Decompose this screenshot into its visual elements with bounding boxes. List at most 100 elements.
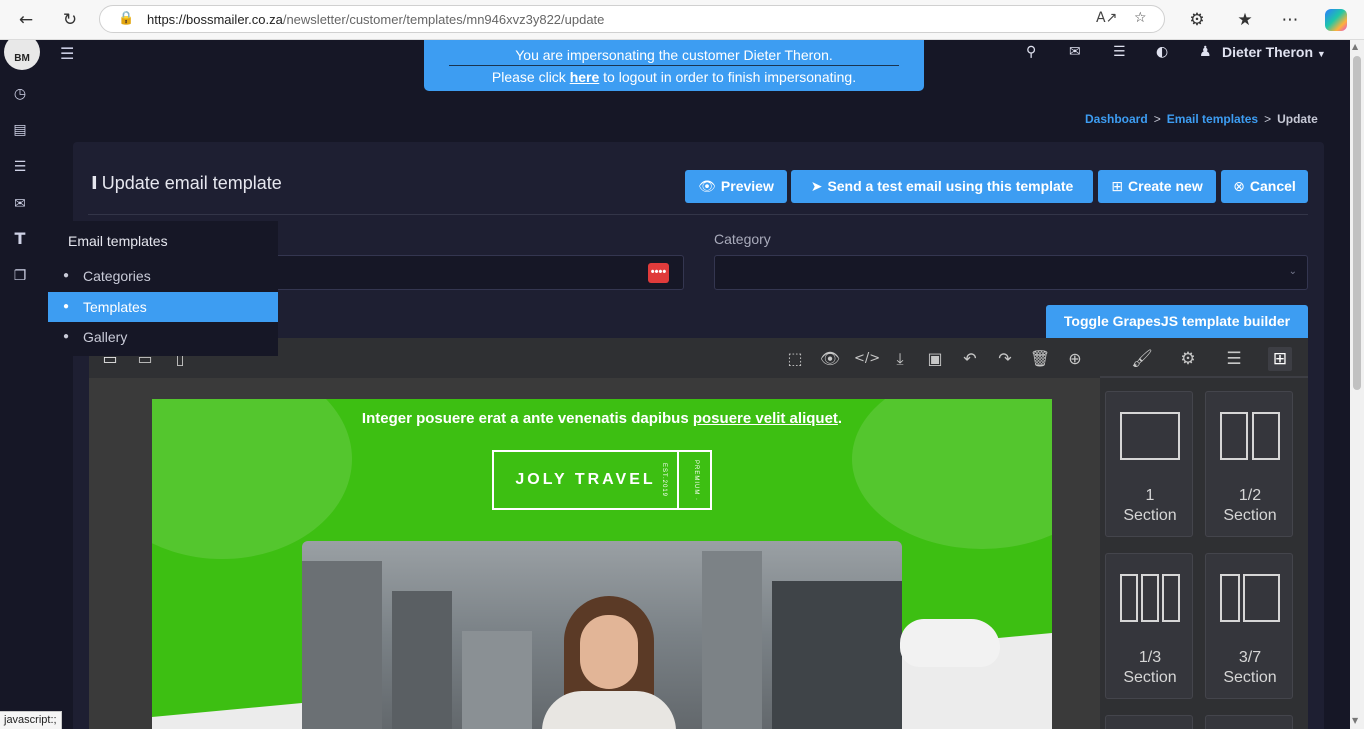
impersonation-text-before: Please click bbox=[491, 69, 570, 85]
favorite-star-icon[interactable]: ☆ bbox=[1134, 10, 1147, 26]
email-icon[interactable]: ✉ bbox=[10, 194, 30, 214]
category-label: Category bbox=[714, 231, 771, 247]
code-icon[interactable]: </> bbox=[854, 348, 880, 370]
cancel-circle-icon: ⊗ bbox=[1233, 179, 1245, 195]
grapesjs-editor: ▭ ▭ ▯ ⬚ 👁 </> ⤓ ▣ ↶ ↷ 🗑 ⊕ Integer posuer… bbox=[89, 338, 1308, 729]
email-preview[interactable]: Integer posuere erat a ante venenatis da… bbox=[152, 399, 1052, 729]
panel-tabs: 🖌 ⚙ ☰ ⊞ bbox=[1100, 338, 1308, 378]
download-icon[interactable]: ⤓ bbox=[889, 348, 911, 370]
password-manager-icon[interactable]: •••• bbox=[648, 263, 669, 283]
block-1-3-section[interactable]: 1/3 Section bbox=[1105, 553, 1193, 699]
bullet-icon: ● bbox=[63, 331, 70, 342]
cancel-label: Cancel bbox=[1249, 178, 1296, 194]
person-face-shape bbox=[580, 615, 638, 689]
caret-down-icon: ▼ bbox=[1316, 49, 1326, 59]
flyout-item-gallery[interactable]: ● Gallery bbox=[48, 322, 278, 352]
building-shape bbox=[702, 551, 762, 729]
half-section-icon bbox=[1220, 412, 1280, 460]
block-3-7-section[interactable]: 3/7 Section bbox=[1205, 553, 1293, 699]
user-menu[interactable]: Dieter Theron ▼ bbox=[1222, 44, 1326, 60]
left-sidebar: BM ◷ ▤ ☰ ✉ T ❐ bbox=[0, 40, 48, 729]
logout-impersonation-link[interactable]: here bbox=[570, 69, 600, 85]
cancel-button[interactable]: ⊗ Cancel bbox=[1221, 170, 1308, 203]
page-title-text: Update email template bbox=[101, 173, 282, 193]
block-label: 3/7 Section bbox=[1223, 649, 1277, 686]
lists-icon[interactable]: ▤ bbox=[10, 120, 30, 140]
browser-chrome: ← ↻ 🔒 https://bossmailer.co.za/newslette… bbox=[0, 0, 1364, 40]
favorites-icon[interactable]: ★ bbox=[1234, 9, 1256, 31]
scroll-up-icon[interactable]: ▲ bbox=[1352, 42, 1358, 51]
layers-icon[interactable]: ☰ bbox=[1222, 347, 1246, 371]
create-new-button[interactable]: ⊞ Create new bbox=[1098, 170, 1216, 203]
component-outline-icon[interactable]: ⬚ bbox=[784, 348, 806, 370]
reload-icon[interactable]: ↻ bbox=[59, 9, 81, 31]
impersonation-line2: Please click here to logout in order to … bbox=[424, 69, 924, 85]
flyout-item-label: Gallery bbox=[83, 329, 128, 345]
flyout-heading: Email templates bbox=[68, 233, 168, 249]
preview-eye-icon[interactable]: 👁 bbox=[819, 348, 841, 370]
back-arrow-icon[interactable]: ← bbox=[15, 9, 37, 31]
send-test-label: Send a test email using this template bbox=[827, 178, 1074, 194]
dashboard-icon[interactable]: ◷ bbox=[10, 84, 30, 104]
trash-icon[interactable]: 🗑 bbox=[1029, 348, 1051, 370]
search-icon[interactable]: ⚲ bbox=[1026, 44, 1036, 60]
category-select[interactable]: ⌄ bbox=[714, 255, 1308, 290]
extensions-icon[interactable]: ⚙ bbox=[1186, 9, 1208, 31]
blocks-plus-icon[interactable]: ⊞ bbox=[1268, 347, 1292, 371]
preview-label: Preview bbox=[720, 178, 774, 194]
impersonation-banner: You are impersonating the customer Diete… bbox=[424, 40, 924, 91]
address-bar[interactable]: 🔒 https://bossmailer.co.za/newsletter/cu… bbox=[99, 5, 1165, 33]
style-manager-brush-icon[interactable]: 🖌 bbox=[1130, 347, 1154, 371]
building-shape bbox=[392, 591, 452, 729]
breadcrumb: Dashboard > Email templates > Update bbox=[1085, 112, 1318, 126]
breadcrumb-separator: > bbox=[1153, 112, 1161, 126]
three-seven-section-icon bbox=[1220, 574, 1280, 622]
block-more[interactable] bbox=[1205, 715, 1293, 729]
read-aloud-icon[interactable]: A↗ bbox=[1096, 10, 1117, 26]
copilot-icon[interactable] bbox=[1325, 9, 1347, 31]
flyout-item-categories[interactable]: ● Categories bbox=[48, 261, 278, 291]
envelope-icon[interactable]: ✉ bbox=[1069, 44, 1081, 60]
lock-icon: 🔒 bbox=[118, 11, 135, 26]
bossmailer-logo[interactable]: BM bbox=[4, 40, 40, 70]
settings-gear-icon[interactable]: ⚙ bbox=[1176, 347, 1200, 371]
redo-icon[interactable]: ↷ bbox=[994, 348, 1016, 370]
impersonation-line1: You are impersonating the customer Diete… bbox=[449, 47, 899, 66]
bullet-icon: ● bbox=[63, 270, 70, 281]
page-scrollbar[interactable]: ▲ ▼ bbox=[1350, 40, 1364, 729]
block-label: 1/3 Section bbox=[1123, 649, 1177, 686]
block-more[interactable] bbox=[1105, 715, 1193, 729]
breadcrumb-email-templates[interactable]: Email templates bbox=[1167, 112, 1258, 126]
image-remove-icon[interactable]: ▣ bbox=[924, 348, 946, 370]
hero-photo[interactable] bbox=[302, 541, 902, 729]
building-shape bbox=[462, 631, 532, 729]
block-1-2-section[interactable]: 1/2 Section bbox=[1205, 391, 1293, 537]
create-new-label: Create new bbox=[1128, 178, 1203, 194]
block-1-section[interactable]: 1 Section bbox=[1105, 391, 1193, 537]
import-icon[interactable]: ⊕ bbox=[1064, 348, 1086, 370]
scroll-down-icon[interactable]: ▼ bbox=[1352, 716, 1358, 725]
paper-plane-icon: ➤ bbox=[810, 179, 823, 195]
url-host: https://bossmailer.co.za bbox=[147, 12, 283, 27]
files-icon[interactable]: ❐ bbox=[10, 266, 30, 286]
campaigns-icon[interactable]: ☰ bbox=[10, 157, 30, 177]
more-menu-icon[interactable]: ⋯ bbox=[1279, 9, 1301, 31]
preview-button[interactable]: 👁 Preview bbox=[685, 170, 787, 203]
bullet-icon: ● bbox=[63, 301, 70, 312]
list-icon[interactable]: ☰ bbox=[1113, 44, 1126, 60]
undo-icon[interactable]: ↶ bbox=[959, 348, 981, 370]
breadcrumb-dashboard[interactable]: Dashboard bbox=[1085, 112, 1148, 126]
templates-icon[interactable]: T bbox=[10, 229, 30, 249]
url-text: https://bossmailer.co.za/newsletter/cust… bbox=[147, 12, 604, 27]
card-divider bbox=[88, 214, 1308, 215]
toggle-grapesjs-button[interactable]: Toggle GrapesJS template builder bbox=[1046, 305, 1308, 338]
editor-canvas[interactable]: Integer posuere erat a ante venenatis da… bbox=[89, 378, 1100, 729]
flyout-item-label: Templates bbox=[83, 299, 147, 315]
send-test-email-button[interactable]: ➤ Send a test email using this template bbox=[791, 170, 1093, 203]
scrollbar-thumb[interactable] bbox=[1353, 56, 1361, 390]
contrast-icon[interactable]: ◐ bbox=[1156, 44, 1168, 60]
flyout-item-templates[interactable]: ● Templates bbox=[48, 292, 278, 322]
block-label: 1 Section bbox=[1123, 487, 1177, 524]
hamburger-menu-icon[interactable]: ☰ bbox=[60, 44, 74, 63]
url-path: /newsletter/customer/templates/mn946xvz3… bbox=[282, 12, 605, 27]
